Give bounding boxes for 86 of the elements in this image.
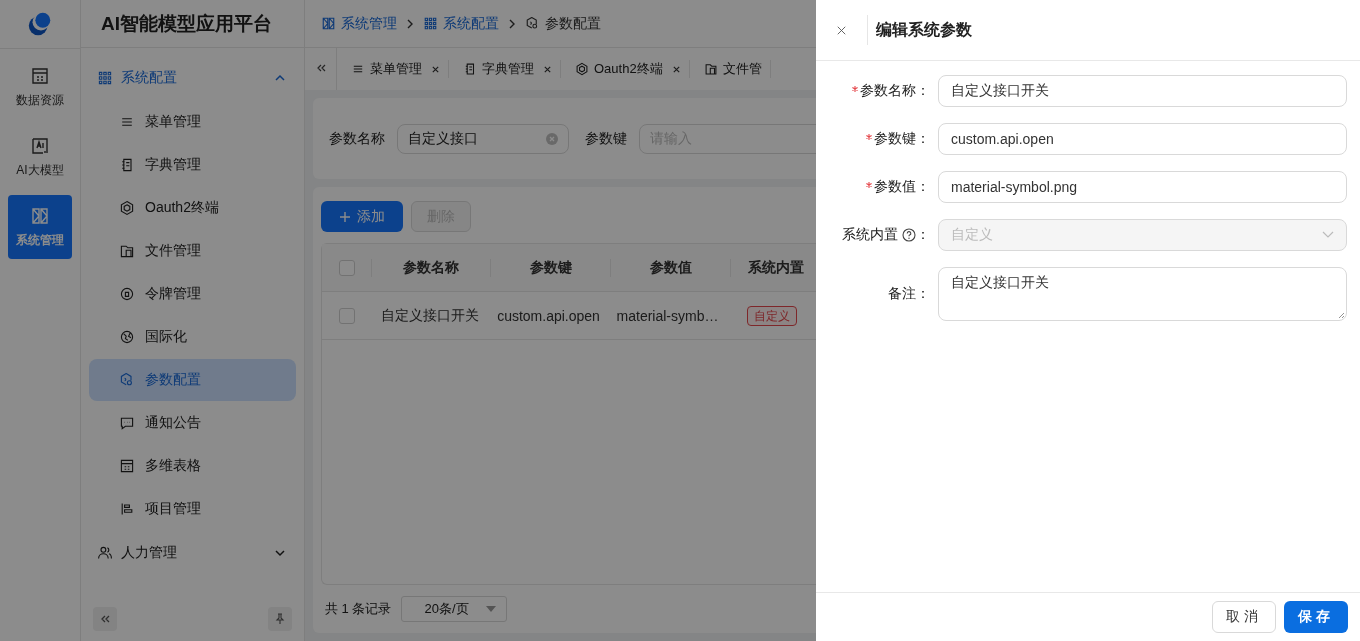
- menu-icon: [575, 62, 589, 76]
- drawer-title: 编辑系统参数: [875, 19, 972, 40]
- chevron-right-icon: [405, 18, 415, 29]
- rail-item[interactable]: AI大模型: [8, 125, 72, 189]
- input-field[interactable]: custom.api.open: [938, 123, 1347, 155]
- field-label: 参数键：: [874, 130, 930, 148]
- label-colon: ：: [916, 226, 930, 244]
- menu-item[interactable]: 字典管理: [89, 144, 296, 186]
- resize-handle-icon[interactable]: [1337, 311, 1345, 319]
- menu-icon: [119, 501, 135, 517]
- column-header: 参数键: [490, 258, 610, 277]
- menu-icon: [703, 62, 718, 76]
- chevron-down-icon: [1322, 231, 1334, 239]
- grid-icon: [423, 16, 438, 31]
- row-checkbox[interactable]: [338, 307, 355, 324]
- grid-icon: [97, 70, 113, 86]
- pin-button[interactable]: [268, 607, 292, 631]
- breadcrumb-link[interactable]: 系统管理: [321, 14, 397, 33]
- add-button[interactable]: 添加: [321, 201, 403, 232]
- page-tab[interactable]: 文件管: [689, 60, 771, 78]
- input-field[interactable]: material-symbol.png: [938, 171, 1347, 203]
- page-size-select[interactable]: 20条/页: [401, 596, 508, 622]
- menu-item[interactable]: 通知公告: [89, 402, 296, 444]
- panels-icon: [321, 16, 336, 31]
- breadcrumb-link[interactable]: 参数配置: [525, 14, 601, 33]
- save-button[interactable]: 保存: [1284, 601, 1348, 633]
- rail-item[interactable]: 数据资源: [8, 55, 72, 119]
- table-cell-text: material-symb…: [615, 307, 720, 324]
- chevron-down-icon: [274, 547, 286, 559]
- menu-icon: [463, 62, 477, 76]
- menu-group[interactable]: 人力管理: [89, 531, 296, 575]
- field-label: 备注：: [888, 285, 930, 303]
- table-icon: [30, 65, 50, 86]
- filter-label: 参数键: [585, 129, 627, 148]
- menu-group[interactable]: 系统配置: [89, 56, 296, 100]
- breadcrumb-link[interactable]: 系统配置: [423, 14, 499, 33]
- collapse-button[interactable]: [93, 607, 117, 631]
- menu-icon: [119, 372, 135, 388]
- column-header: 参数值: [610, 258, 730, 277]
- table-cell-text: custom.api.open: [496, 307, 601, 324]
- ai-chip-icon: [30, 135, 50, 156]
- menu-icon: [119, 329, 135, 345]
- grid-icon: [30, 205, 50, 226]
- menu-item[interactable]: 菜单管理: [89, 101, 296, 143]
- double-chevron-left-icon: [99, 613, 111, 625]
- plus-icon: [339, 210, 351, 223]
- close-icon: [837, 24, 846, 36]
- record-count: 共 1 条记录: [325, 600, 392, 618]
- field-label: 参数值：: [874, 178, 930, 196]
- menu-item[interactable]: 国际化: [89, 316, 296, 358]
- table-cell-text: 自定义接口开关: [380, 306, 480, 325]
- pin-icon: [274, 613, 286, 625]
- caret-down-icon: [486, 606, 497, 612]
- menu-icon: [119, 157, 135, 173]
- field-label: 系统内置: [842, 226, 898, 244]
- status-tag: 自定义: [747, 305, 797, 326]
- rail-item[interactable]: 系统管理: [8, 195, 72, 259]
- menu-item[interactable]: 多维表格: [89, 445, 296, 487]
- menu-icon: [119, 415, 135, 431]
- menu-item[interactable]: 文件管理: [89, 230, 296, 272]
- menu-icon: [119, 243, 135, 259]
- cancel-button[interactable]: 取消: [1212, 601, 1276, 633]
- chevron-right-icon: [507, 18, 517, 29]
- app-title: AI智能模型应用平台: [81, 0, 304, 48]
- menu-icon: [119, 200, 135, 216]
- close-icon[interactable]: [431, 64, 440, 74]
- clear-icon[interactable]: [546, 132, 558, 145]
- menu-icon: [119, 286, 135, 302]
- users-icon: [97, 545, 113, 561]
- field-label: 参数名称：: [860, 82, 930, 100]
- textarea-field[interactable]: 自定义接口开关: [938, 267, 1347, 321]
- filter-field[interactable]: 自定义接口: [397, 123, 569, 154]
- menu-item[interactable]: Oauth2终端: [89, 187, 296, 229]
- page-tab[interactable]: Oauth2终端: [561, 60, 690, 78]
- menu-icon: [119, 458, 135, 474]
- select-all-checkbox[interactable]: [338, 259, 355, 276]
- gear-icon: [525, 16, 540, 31]
- filter-label: 参数名称: [329, 129, 385, 148]
- page-tab[interactable]: 菜单管理: [337, 60, 449, 78]
- column-header: 参数名称: [371, 258, 490, 277]
- menu-item[interactable]: 项目管理: [89, 488, 296, 530]
- close-icon[interactable]: [671, 64, 681, 74]
- page-tab[interactable]: 字典管理: [449, 60, 561, 78]
- input-field[interactable]: 自定义接口开关: [938, 75, 1347, 107]
- menu-item[interactable]: 令牌管理: [89, 273, 296, 315]
- close-icon[interactable]: [543, 64, 552, 74]
